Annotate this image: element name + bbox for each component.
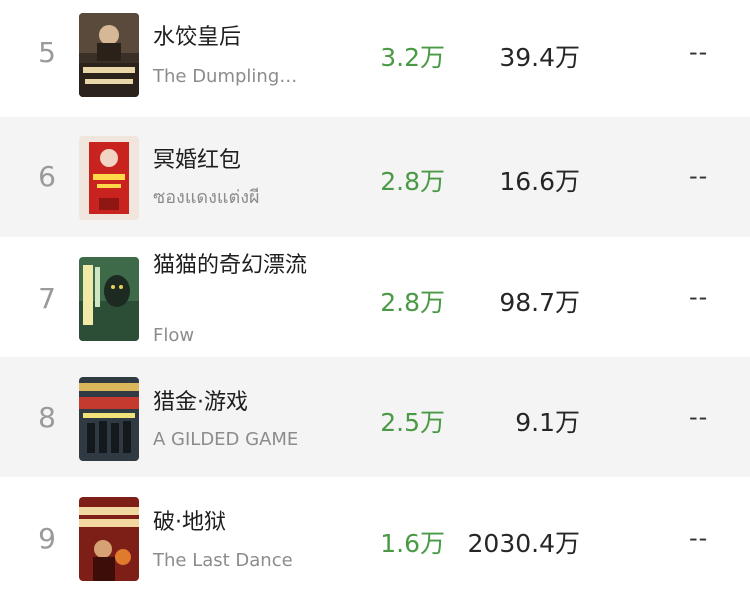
rating-count: 3.2万 bbox=[380, 43, 445, 72]
extra-value: -- bbox=[689, 38, 709, 66]
rating-count: 2.5万 bbox=[380, 408, 445, 437]
ranking-row-8[interactable]: 8 猎金·游戏 A GILDED GAME 2.5万 9.1万 -- bbox=[0, 357, 750, 477]
rating-count: 2.8万 bbox=[380, 167, 445, 196]
want-to-see-count: 9.1万 bbox=[515, 408, 580, 437]
movie-ranking-list: 5 水饺皇后 The Dumpling… 3.2万 39.4万 -- 6 冥婚红… bbox=[0, 0, 750, 600]
movie-title-en: The Last Dance bbox=[153, 550, 293, 571]
movie-poster-image[interactable] bbox=[79, 13, 139, 97]
want-to-see-count: 2030.4万 bbox=[467, 529, 580, 558]
ranking-row-7[interactable]: 7 猫猫的奇幻漂流 Flow 2.8万 98.7万 -- bbox=[0, 237, 750, 357]
extra-value: -- bbox=[689, 403, 709, 431]
rank-number: 8 bbox=[38, 401, 56, 434]
ranking-row-5[interactable]: 5 水饺皇后 The Dumpling… 3.2万 39.4万 -- bbox=[0, 0, 750, 117]
rating-count: 1.6万 bbox=[380, 529, 445, 558]
movie-title-en: Flow bbox=[153, 325, 195, 346]
rank-number: 7 bbox=[38, 282, 56, 315]
rank-number: 9 bbox=[38, 522, 56, 555]
movie-poster-image[interactable] bbox=[79, 257, 139, 341]
ranking-row-6[interactable]: 6 冥婚红包 ซองแดงแต่งผี 2.8万 16.6万 -- bbox=[0, 117, 750, 237]
movie-title-cn: 水饺皇后 bbox=[153, 25, 242, 50]
movie-title-cn: 冥婚红包 bbox=[153, 148, 242, 173]
movie-title-en: A GILDED GAME bbox=[153, 429, 299, 450]
want-to-see-count: 16.6万 bbox=[499, 167, 580, 196]
movie-title-en: ซองแดงแต่งผี bbox=[153, 187, 260, 208]
rating-count: 2.8万 bbox=[380, 288, 445, 317]
movie-poster-image[interactable] bbox=[79, 136, 139, 220]
extra-value: -- bbox=[689, 283, 709, 311]
rank-number: 6 bbox=[38, 160, 56, 193]
extra-value: -- bbox=[689, 524, 709, 552]
ranking-row-9[interactable]: 9 破·地狱 The Last Dance 1.6万 2030.4万 -- bbox=[0, 477, 750, 597]
want-to-see-count: 98.7万 bbox=[499, 288, 580, 317]
rank-number: 5 bbox=[38, 36, 56, 69]
want-to-see-count: 39.4万 bbox=[499, 43, 580, 72]
movie-poster-image[interactable] bbox=[79, 377, 139, 461]
movie-title-cn: 猎金·游戏 bbox=[153, 390, 248, 415]
movie-title-en: The Dumpling… bbox=[153, 66, 298, 87]
movie-poster-image[interactable] bbox=[79, 497, 139, 581]
extra-value: -- bbox=[689, 162, 709, 190]
movie-title-cn: 猫猫的奇幻漂流 bbox=[153, 253, 308, 278]
movie-title-cn: 破·地狱 bbox=[153, 510, 226, 535]
